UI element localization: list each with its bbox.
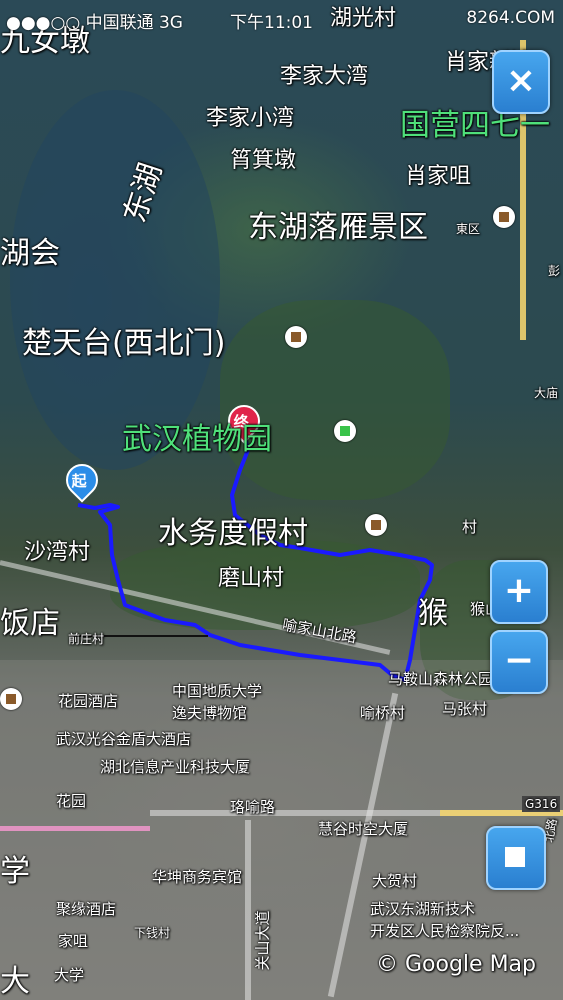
watermark: 8264.COM bbox=[466, 8, 555, 28]
label-lijiadawan: 李家大湾 bbox=[280, 64, 369, 89]
label-shawancun: 沙湾村 bbox=[24, 540, 91, 565]
label-forest-park: 马鞍山森林公园 bbox=[388, 670, 494, 688]
label-xue: 学 bbox=[0, 854, 30, 889]
label-huayuan: 花园酒店 bbox=[58, 692, 119, 710]
label-xiazhuang: 下钱村 bbox=[134, 926, 171, 940]
label-lijiaxiaowan: 李家小湾 bbox=[206, 106, 295, 131]
label-hubei-xinxi: 湖北信息产业科技大厦 bbox=[100, 758, 251, 776]
zoom-in-button[interactable]: + bbox=[490, 560, 548, 624]
carrier-name: 中国联通 bbox=[85, 13, 154, 33]
satellite-map[interactable]: 起 终 九女墩 湖光村 李家大湾 肖家新湾 李家小湾 国营四七一 筲箕墩 肖家咀… bbox=[0, 0, 563, 1000]
label-dati: 大庙 bbox=[534, 386, 559, 400]
label-dizhi: 中国地质大学 bbox=[172, 682, 263, 700]
minus-icon: − bbox=[503, 640, 535, 681]
status-time: 下午11:01 bbox=[230, 13, 313, 33]
scenic-poi-icon[interactable] bbox=[493, 206, 515, 228]
close-button[interactable]: × bbox=[492, 50, 550, 114]
label-luoyan: 东湖落雁景区 bbox=[248, 210, 428, 245]
label-xiaojiazui: 肖家咀 bbox=[405, 164, 472, 189]
label-shuiwu: 水务度假村 bbox=[158, 516, 308, 551]
signal-icon: ●●●○○ bbox=[6, 13, 81, 33]
botanical-garden-poi-icon[interactable] bbox=[334, 420, 356, 442]
label-jucun: 聚缘酒店 bbox=[56, 900, 117, 918]
label-huali: 東区 bbox=[456, 222, 481, 236]
label-cun: 村 bbox=[462, 518, 478, 536]
label-qianzhuangcun: 前庄村 bbox=[68, 632, 105, 646]
label-majiacun: 马张村 bbox=[442, 700, 488, 718]
carrier-info: ●●●○○ 中国联通 3G bbox=[6, 8, 183, 33]
label-fandian: 饭店 bbox=[0, 606, 60, 641]
label-huigu: 慧谷时空大厦 bbox=[318, 820, 409, 838]
label-guanggu: 武汉光谷金盾大酒店 bbox=[56, 730, 192, 748]
label-hu-hui: 湖会 bbox=[0, 236, 60, 271]
label-dahe: 大贺村 bbox=[372, 872, 418, 890]
map-copyright: © Google Map bbox=[376, 952, 536, 977]
label-fenjidun: 筲箕墩 bbox=[230, 148, 297, 173]
label-da: 大学 bbox=[54, 966, 85, 984]
label-tai: 大 bbox=[0, 964, 30, 999]
hotel-poi-icon[interactable] bbox=[0, 688, 22, 710]
label-moshancun: 磨山村 bbox=[218, 566, 285, 591]
label-huakun: 华坤商务宾馆 bbox=[152, 868, 243, 886]
chutiantai-poi-icon[interactable] bbox=[285, 326, 307, 348]
network-type: 3G bbox=[158, 13, 183, 33]
label-gaoxin: 武汉东湖新技术 bbox=[370, 900, 476, 918]
status-bar: ●●●○○ 中国联通 3G 下午11:01 8264.COM bbox=[0, 0, 563, 36]
label-guyuan: 花园 bbox=[56, 792, 87, 810]
label-peng: 彭 bbox=[548, 264, 561, 278]
label-yuqiaocun: 喻桥村 bbox=[360, 704, 406, 722]
label-hou: 猴 bbox=[418, 596, 448, 631]
label-luoyu: 珞喻路 bbox=[230, 798, 276, 816]
label-chutiantai: 楚天台(西北门) bbox=[22, 326, 226, 361]
stop-button[interactable] bbox=[486, 826, 546, 890]
label-g316: G316 bbox=[522, 796, 561, 812]
resort-poi-icon[interactable] bbox=[365, 514, 387, 536]
label-jianchayuan: 开发区人民检察院反... bbox=[370, 922, 520, 940]
label-guanshan: 关山大道 bbox=[253, 910, 272, 971]
label-yifu: 逸夫博物馆 bbox=[172, 704, 248, 722]
close-icon: × bbox=[505, 60, 537, 101]
zoom-out-button[interactable]: − bbox=[490, 630, 548, 694]
plus-icon: + bbox=[503, 570, 535, 611]
start-marker-label: 起 bbox=[71, 472, 87, 491]
label-zhiwuyuan: 武汉植物园 bbox=[122, 422, 272, 457]
label-jiacun: 家咀 bbox=[58, 932, 89, 950]
